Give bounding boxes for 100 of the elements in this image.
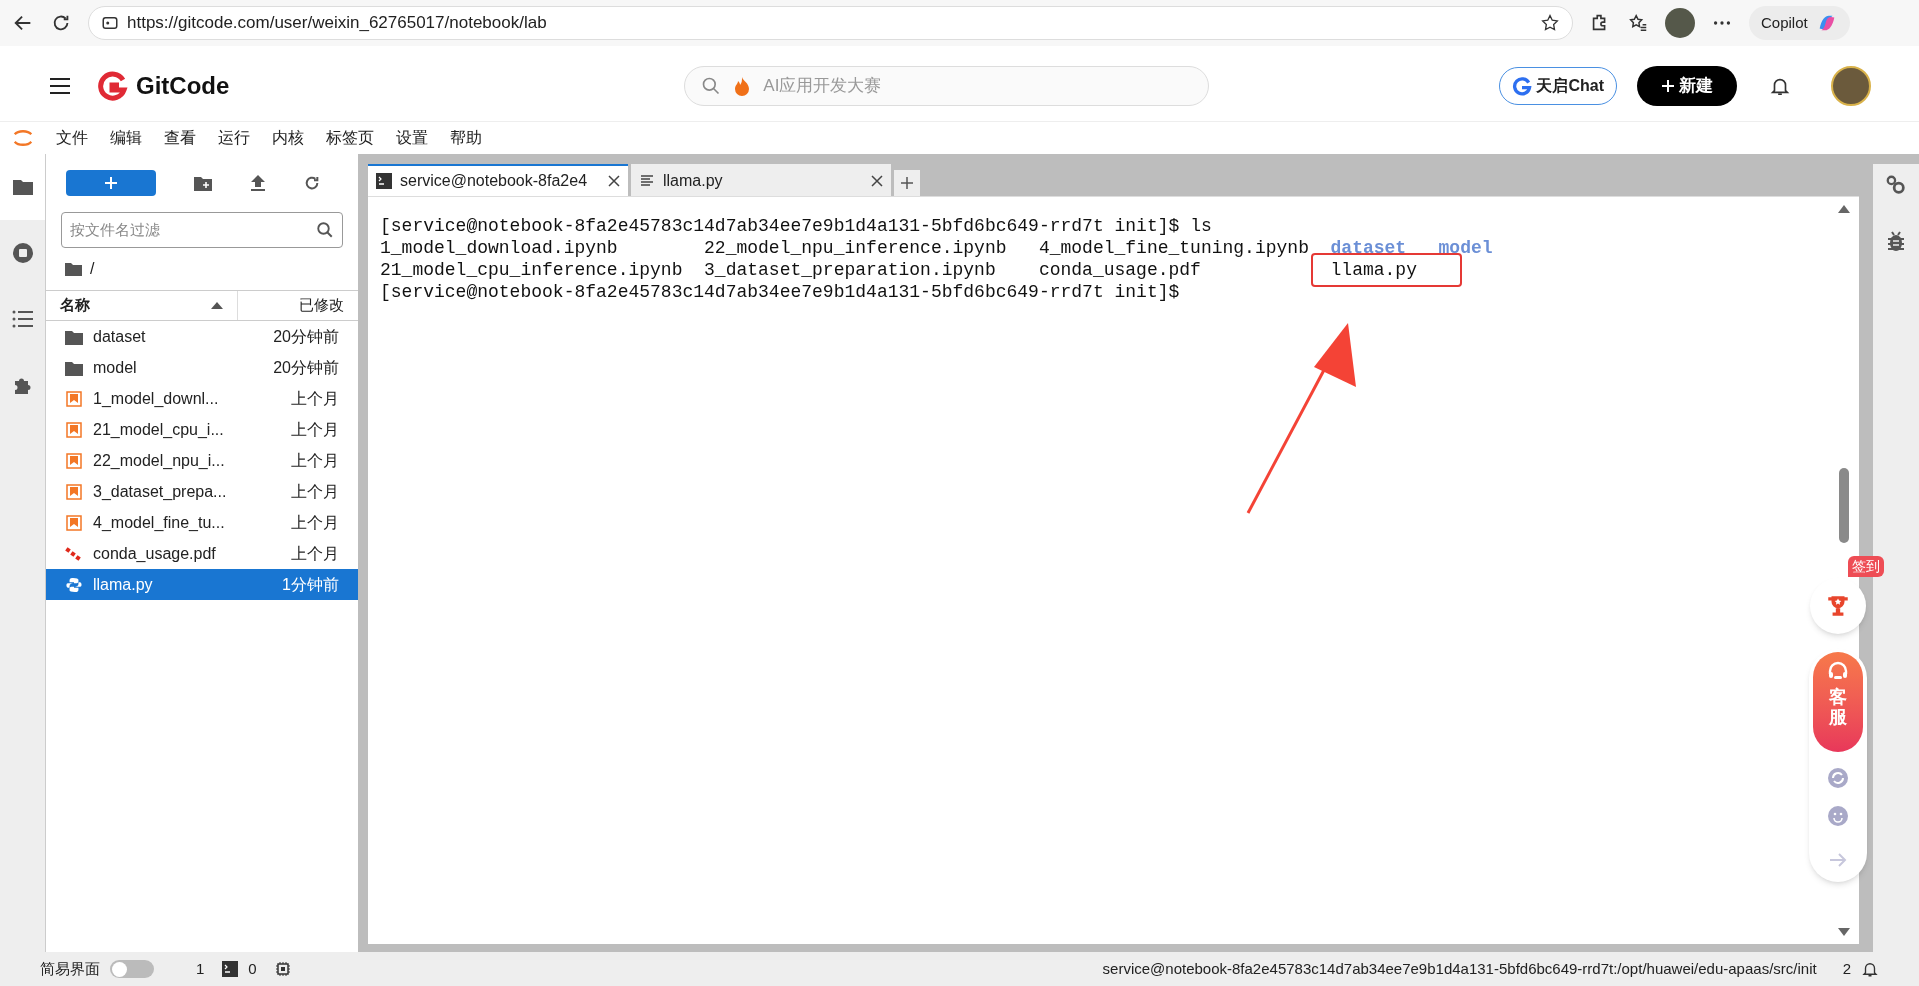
file-name: 1_model_downl... — [93, 388, 220, 409]
logo-icon[interactable] — [96, 69, 128, 102]
menu-item[interactable]: 运行 — [218, 126, 250, 150]
star-icon[interactable] — [1540, 13, 1560, 33]
file-row[interactable]: 22_model_npu_i... 上个月 — [46, 445, 358, 476]
file-row[interactable]: llama.py 1分钟前 — [46, 569, 358, 600]
menu-item[interactable]: 标签页 — [326, 126, 374, 150]
terminal-line: [service@notebook-8fa2e45783c14d7ab34ee7e9b1d4a131-5bfd6bc649-rrd7t init]$ — [380, 281, 1180, 303]
gears-icon[interactable] — [1885, 174, 1907, 196]
service-label: 客服 — [1829, 688, 1847, 728]
file-row[interactable]: 21_model_cpu_i... 上个月 — [46, 414, 358, 445]
menu-item[interactable]: 设置 — [396, 126, 428, 150]
plus-icon — [104, 176, 118, 190]
editor-tab[interactable]: service@notebook-8fa2e4 — [368, 164, 628, 196]
column-header[interactable]: 已修改 — [238, 294, 358, 317]
menu-item[interactable]: 查看 — [164, 126, 196, 150]
simple-mode-label: 简易界面 — [40, 958, 100, 979]
directory-name: dataset — [1330, 238, 1407, 258]
modified-time: 上个月 — [291, 543, 339, 564]
kernel-count[interactable]: 1 — [196, 957, 205, 981]
bug-icon[interactable] — [1886, 230, 1906, 252]
stop-circle-icon — [10, 241, 35, 265]
sort-up-icon — [211, 302, 223, 309]
column-header[interactable]: 名称 — [46, 291, 238, 320]
search-placeholder: AI应用开发大赛 — [763, 74, 882, 97]
menu-item[interactable]: 帮助 — [450, 126, 482, 150]
file-name: 22_model_npu_i... — [93, 450, 226, 471]
file-row[interactable]: 1_model_downl... 上个月 — [46, 383, 358, 414]
upload-icon[interactable] — [250, 174, 266, 192]
new-tab-button[interactable] — [894, 170, 920, 196]
file-row[interactable]: 4_model_fine_tu... 上个月 — [46, 507, 358, 538]
new-folder-icon[interactable] — [194, 175, 212, 191]
profile-avatar[interactable] — [1665, 8, 1695, 38]
notebook-icon — [65, 483, 83, 500]
new-launcher-button[interactable] — [66, 170, 156, 196]
chip-icon — [274, 961, 291, 977]
close-icon[interactable] — [871, 175, 883, 187]
filter-field[interactable]: 按文件名过滤 — [61, 212, 343, 248]
directory-name: model — [1438, 238, 1493, 258]
trophy-icon — [1825, 593, 1851, 619]
close-icon[interactable] — [608, 175, 620, 187]
path-text: service@notebook-8fa2e45783c14d7ab34ee7e9b1d4a131-5bfd6bc649-rrd7t:/opt/huawei/edu-apaas/src/init — [1102, 958, 1817, 979]
file-name: model — [93, 357, 138, 378]
new-button[interactable]: 新建 — [1637, 65, 1737, 106]
pdf-icon — [65, 545, 83, 562]
file-name: 4_model_fine_tuning.ipynb — [1038, 238, 1309, 258]
file-row[interactable]: model 20分钟前 — [46, 352, 358, 383]
g-logo-icon — [1512, 75, 1533, 96]
notebook-icon — [65, 421, 83, 438]
terminal-line: [service@notebook-8fa2e45783c14d7ab34ee7e9b1d4a131-5bfd6bc649-rrd7t init]$ ls — [380, 215, 1212, 237]
terminal-count[interactable]: 0 — [248, 957, 257, 981]
file-row[interactable]: conda_usage.pdf 上个月 — [46, 538, 358, 569]
tab-label: service@notebook-8fa2e4 — [400, 171, 589, 191]
sidebar-tab[interactable] — [0, 154, 45, 220]
menu-item[interactable]: 文件 — [56, 126, 88, 150]
file-name: 22_model_npu_inference.ipynb — [704, 238, 1007, 258]
modified-time: 上个月 — [291, 388, 339, 409]
address-bar[interactable]: https://gitcode.com/user/weixin_62765017/notebook/lab — [88, 6, 1573, 40]
python-icon — [65, 576, 83, 593]
file-name: dataset — [93, 326, 147, 347]
refresh-icon[interactable] — [304, 175, 320, 191]
file-name: 3_dataset_preparation.ipynb — [704, 260, 996, 280]
menu-item[interactable]: 编辑 — [110, 126, 142, 150]
logo-text[interactable]: GitCode — [136, 67, 230, 104]
file-row[interactable]: dataset 20分钟前 — [46, 321, 358, 352]
text-file-icon — [639, 173, 655, 189]
file-name: llama.py — [93, 574, 154, 595]
folder-icon — [65, 359, 83, 376]
file-name: llama.py — [1330, 260, 1417, 280]
file-name: conda_usage.pdf — [1038, 260, 1201, 280]
modified-time: 上个月 — [291, 450, 339, 471]
notebook-icon — [65, 452, 83, 469]
modified-time: 20分钟前 — [273, 326, 339, 347]
notification-count[interactable]: 2 — [1842, 957, 1851, 981]
jupyter-logo-icon[interactable] — [12, 127, 34, 149]
scroll-down-icon[interactable] — [1838, 928, 1850, 936]
editor-tab[interactable]: llama.py — [631, 164, 891, 196]
breadcrumb-path[interactable]: / — [90, 257, 95, 281]
url-text: https://gitcode.com/user/weixin_62765017/notebook/lab — [127, 12, 548, 35]
scrollbar-thumb[interactable] — [1839, 468, 1849, 543]
site-info-icon[interactable] — [101, 14, 119, 32]
file-row[interactable]: 3_dataset_prepa... 上个月 — [46, 476, 358, 507]
terminal-icon — [222, 961, 239, 977]
notebook-icon — [65, 514, 83, 531]
scroll-up-icon[interactable] — [1838, 205, 1850, 213]
file-name: 21_model_cpu_inference.ipynb — [380, 260, 683, 280]
customer-service-button[interactable]: 客服 — [1813, 652, 1863, 752]
modified-time: 上个月 — [291, 512, 339, 533]
folder-icon[interactable] — [65, 262, 82, 276]
menu-item[interactable]: 内核 — [272, 126, 304, 150]
copilot-button[interactable]: Copilot — [1749, 6, 1850, 40]
file-name: 21_model_cpu_i... — [93, 419, 225, 440]
favorites-icon[interactable] — [1627, 12, 1649, 34]
checkin-badge[interactable]: 签到 — [1848, 556, 1884, 577]
bell-icon[interactable] — [1861, 960, 1879, 978]
file-name: 4_model_fine_tu... — [93, 512, 226, 533]
modified-time: 上个月 — [291, 419, 339, 440]
user-avatar[interactable] — [1831, 65, 1871, 106]
modified-time: 上个月 — [291, 481, 339, 502]
simple-mode-toggle[interactable] — [110, 960, 154, 978]
